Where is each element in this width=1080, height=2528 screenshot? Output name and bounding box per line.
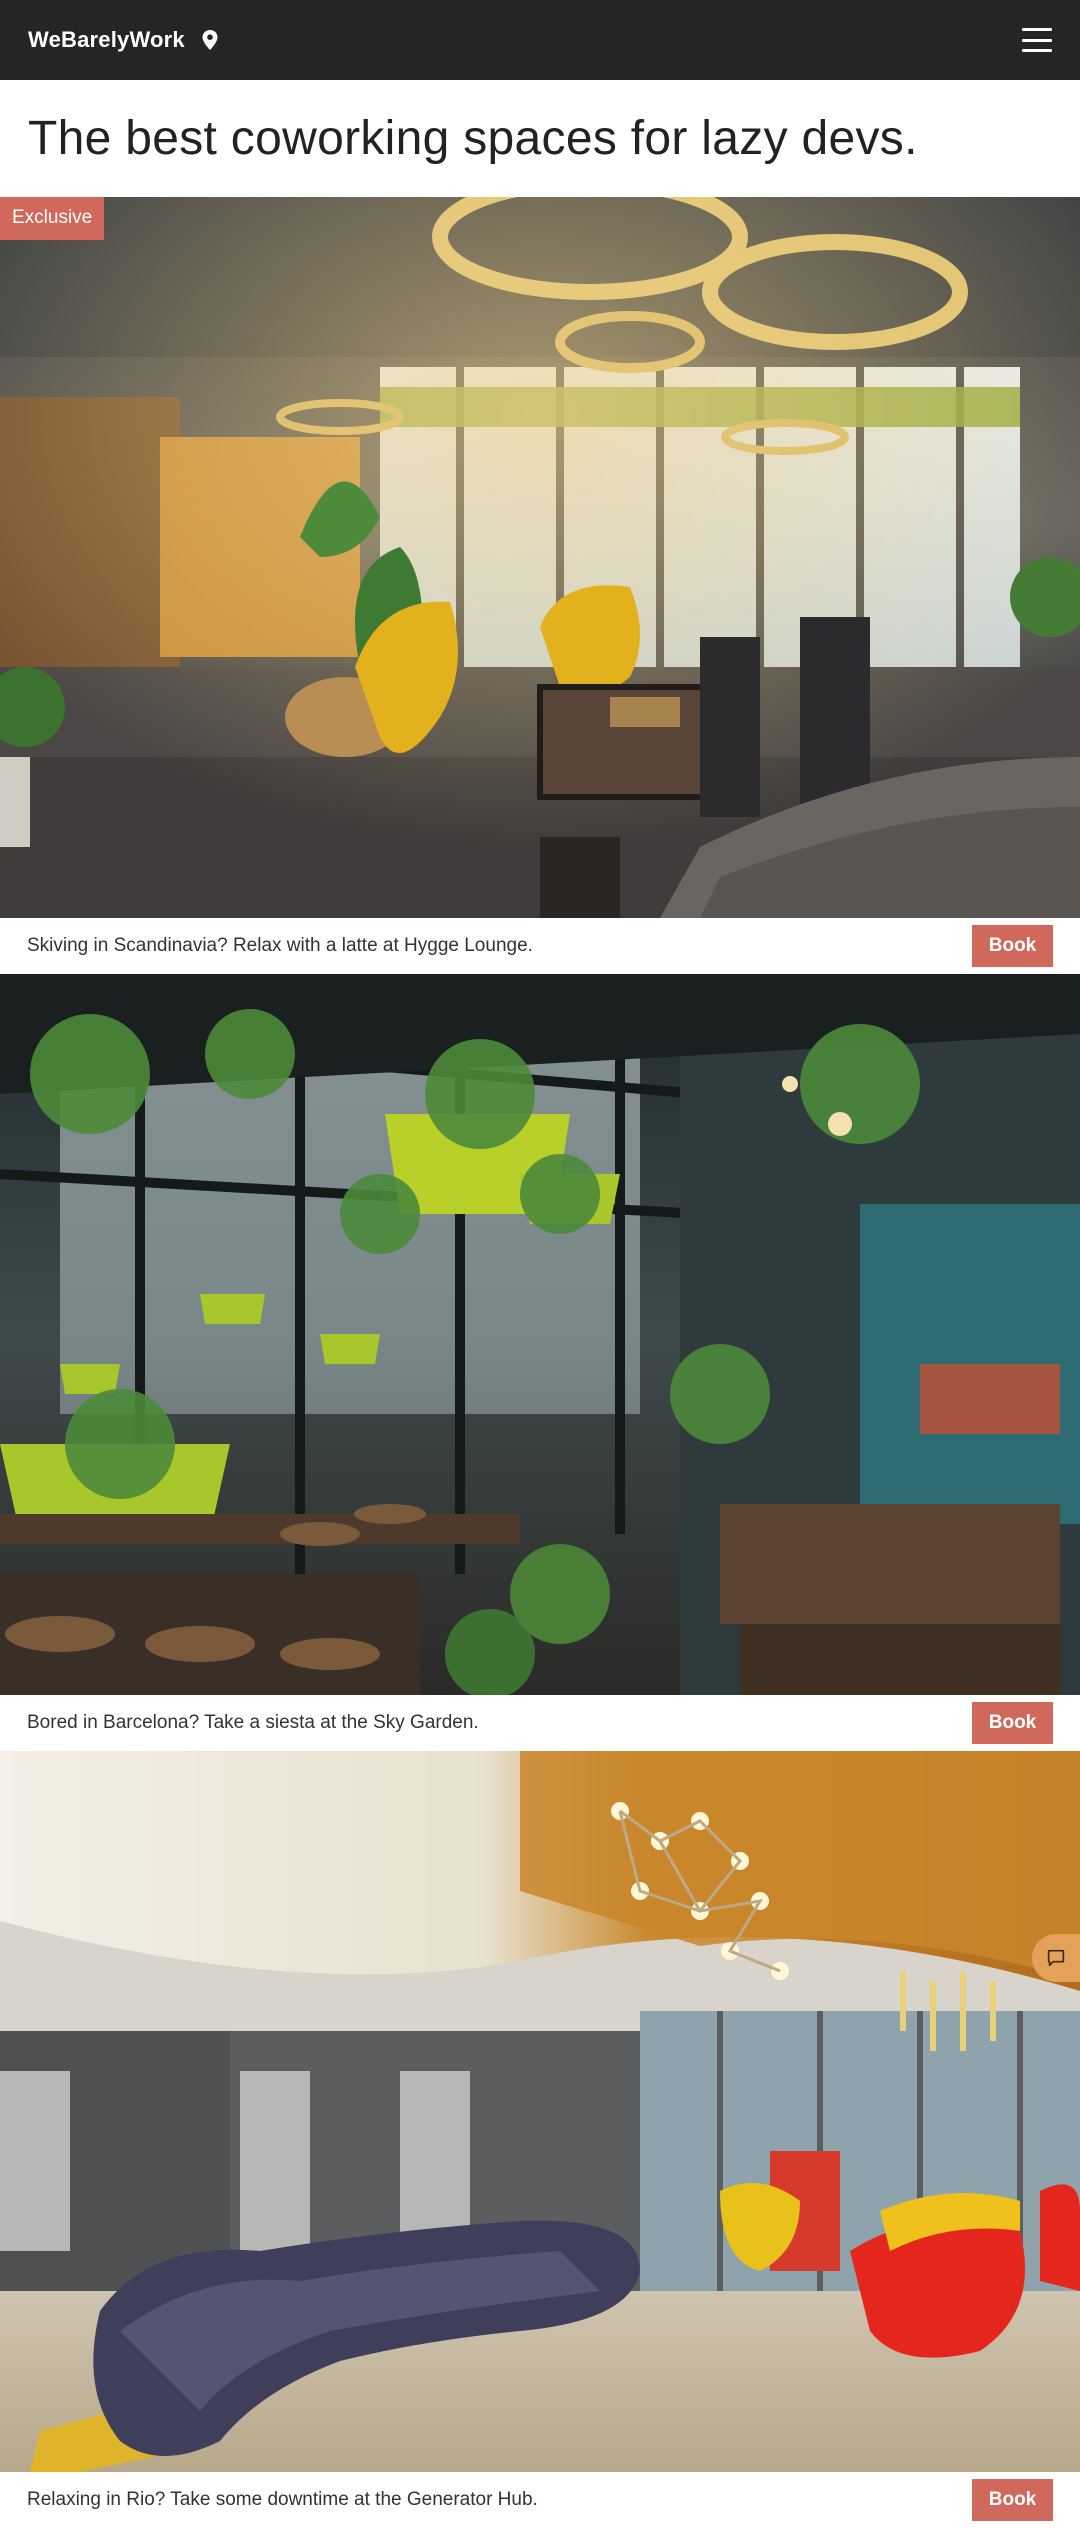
page-title: The best coworking spaces for lazy devs. [28,112,918,165]
brand[interactable]: WeBarelyWork [28,27,219,53]
navbar: WeBarelyWork [0,0,1080,80]
listing-caption-bar: Skiving in Scandinavia? Relax with a lat… [0,918,1080,974]
book-button[interactable]: Book [972,925,1053,967]
listing-card: Exclusive Skiving in Scandinavia? Relax … [0,197,1080,974]
listing-caption: Relaxing in Rio? Take some downtime at t… [27,2489,538,2510]
chat-icon[interactable] [1032,1934,1080,1982]
listing-caption-bar: Relaxing in Rio? Take some downtime at t… [0,2472,1080,2528]
menu-bar [1022,38,1052,42]
coworking-lounge-photo[interactable]: Exclusive [0,197,1080,918]
sky-garden-photo[interactable] [0,974,1080,1695]
hamburger-menu-icon[interactable] [1022,28,1052,52]
listing-caption: Bored in Barcelona? Take a siesta at the… [27,1712,479,1733]
generator-hub-photo[interactable] [0,1751,1080,2472]
exclusive-badge: Exclusive [0,197,105,240]
book-button[interactable]: Book [972,2479,1053,2521]
map-pin-icon[interactable] [201,29,219,51]
book-button[interactable]: Book [972,1702,1053,1744]
menu-bar [1022,28,1052,31]
brand-name[interactable]: WeBarelyWork [28,27,185,53]
listing-caption-bar: Bored in Barcelona? Take a siesta at the… [0,1695,1080,1751]
listing-caption: Skiving in Scandinavia? Relax with a lat… [27,935,533,956]
listing-card: Bored in Barcelona? Take a siesta at the… [0,974,1080,1751]
headline-section: The best coworking spaces for lazy devs. [0,80,1080,197]
listing-card: Relaxing in Rio? Take some downtime at t… [0,1751,1080,2528]
menu-bar [1022,49,1052,52]
